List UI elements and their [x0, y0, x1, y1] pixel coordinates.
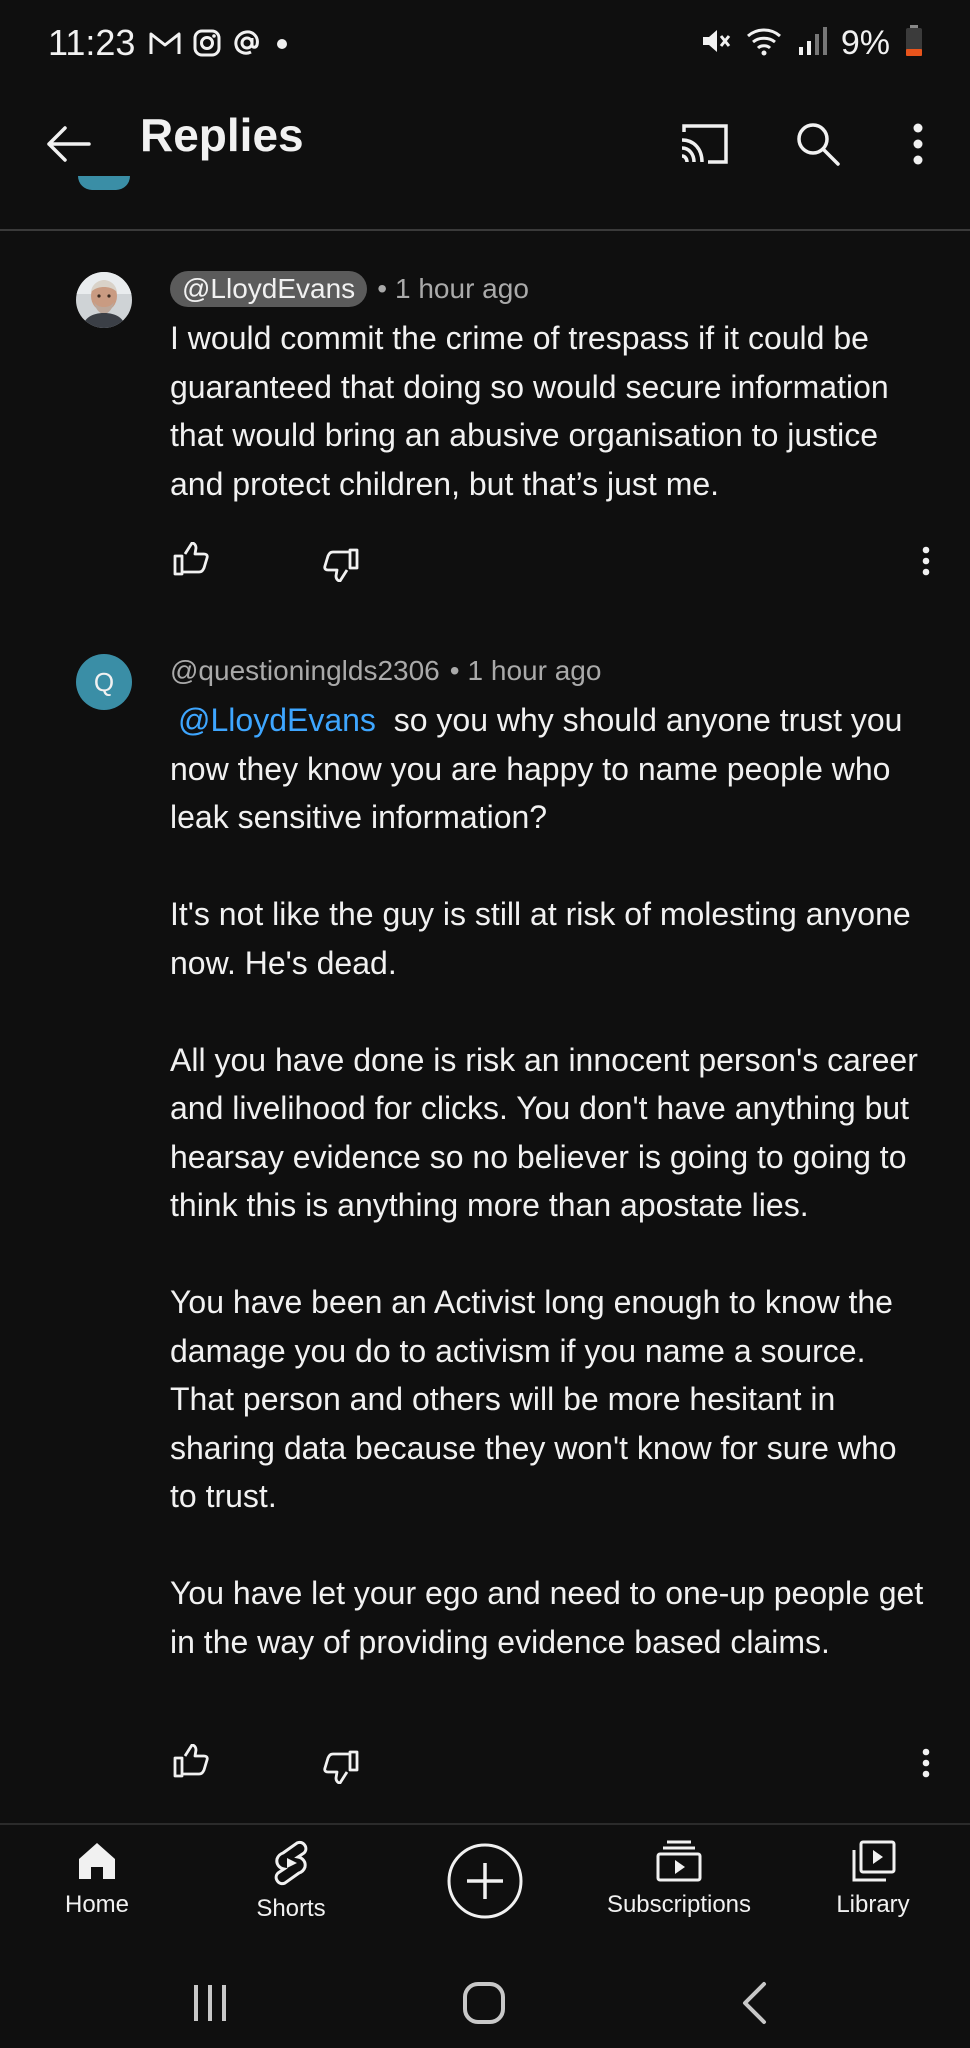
page-title: Replies [140, 109, 304, 161]
recents-icon [194, 1985, 226, 2021]
subscriptions-icon [656, 1840, 702, 1882]
comment-meta: @LloydEvans • 1 hour ago [170, 270, 529, 308]
comment-paragraph: You have let your ego and need to one-up… [170, 1575, 924, 1660]
search-button[interactable] [784, 110, 852, 178]
comment-paragraph: All you have done is risk an innocent pe… [170, 1041, 918, 1224]
previous-avatar-edge [78, 176, 130, 190]
thumbs-up-icon [173, 542, 209, 576]
meta-separator: • [449, 655, 460, 686]
nav-subscriptions[interactable]: Subscriptions [582, 1839, 776, 1919]
battery-icon [904, 24, 924, 63]
status-time: 11:23 [48, 22, 136, 63]
comment-author[interactable]: @questioninglds2306 [170, 655, 440, 687]
cast-icon [681, 124, 728, 164]
wifi-icon [745, 25, 783, 62]
arrow-left-icon [47, 126, 91, 162]
like-button[interactable] [166, 534, 216, 584]
home-circle-icon [463, 1982, 505, 2024]
bottom-navigation: Home Shorts Subscriptions Library [0, 1823, 970, 1965]
comment-time: 1 hour ago [467, 655, 602, 686]
dislike-button[interactable] [316, 540, 366, 590]
library-icon [852, 1840, 896, 1882]
nav-create[interactable] [388, 1841, 582, 1921]
comment-options-button[interactable] [906, 536, 946, 586]
avatar-letter: Q [93, 666, 115, 697]
thumbs-up-icon [173, 1744, 209, 1778]
divider [0, 229, 970, 231]
like-button[interactable] [166, 1736, 216, 1786]
nav-label: Home [64, 1891, 130, 1918]
avatar[interactable] [76, 272, 132, 328]
thumbs-down-icon [323, 1750, 359, 1784]
nav-label: Shorts [256, 1895, 326, 1922]
meta-separator: • [377, 273, 387, 304]
comment-paragraph: @LloydEvans so you why should anyone tru… [170, 696, 930, 842]
avatar-photo [76, 272, 132, 328]
comment-paragraph: I would commit the crime of trespass if … [170, 320, 889, 502]
mute-icon [699, 25, 731, 62]
shorts-icon [274, 1840, 308, 1886]
comment-author[interactable]: @LloydEvans [170, 271, 368, 307]
comment-body: @LloydEvans so you why should anyone tru… [170, 696, 930, 1666]
dislike-button[interactable] [316, 1742, 366, 1792]
more-vert-icon [922, 546, 930, 576]
system-navigation-bar [0, 1965, 970, 2048]
nav-label: Library [836, 1891, 910, 1918]
recents-button[interactable] [170, 1973, 250, 2033]
nav-label: Subscriptions [606, 1891, 752, 1918]
app-bar: Replies [0, 92, 970, 228]
system-status-icons: 9% [699, 24, 924, 63]
comment-time: 1 hour ago [395, 273, 529, 304]
nav-home[interactable]: Home [0, 1839, 194, 1919]
avatar[interactable]: Q [76, 654, 132, 710]
comment-options-button[interactable] [906, 1738, 946, 1788]
battery-percent: 9% [840, 24, 890, 62]
cast-button[interactable] [670, 110, 738, 178]
thumbs-down-icon [323, 548, 359, 582]
notification-dot-icon [272, 28, 292, 63]
nav-shorts[interactable]: Shorts [194, 1839, 388, 1923]
home-icon [79, 1843, 115, 1879]
signal-icon [797, 25, 827, 62]
comment-paragraph: It's not like the guy is still at risk o… [170, 896, 911, 981]
mention-link[interactable]: @LloydEvans [170, 702, 376, 738]
instagram-icon [192, 28, 222, 63]
comment-body: I would commit the crime of trespass if … [170, 314, 930, 508]
search-icon [797, 123, 840, 166]
system-home-button[interactable] [444, 1973, 524, 2033]
threads-icon [232, 28, 262, 63]
more-vert-icon [913, 123, 923, 165]
back-chevron-icon [743, 1982, 766, 2024]
status-bar: 11:23 9% [0, 0, 970, 92]
more-vert-icon [922, 1748, 930, 1778]
more-options-button[interactable] [884, 110, 952, 178]
notification-icons [148, 28, 292, 63]
back-button[interactable] [36, 112, 100, 176]
comment-paragraph: You have been an Activist long enough to… [170, 1284, 897, 1514]
gmail-icon [148, 29, 182, 62]
nav-library[interactable]: Library [776, 1839, 970, 1919]
system-back-button[interactable] [714, 1973, 794, 2033]
comment-meta: @questioninglds2306 • 1 hour ago [170, 652, 601, 690]
create-plus-icon [447, 1843, 523, 1919]
